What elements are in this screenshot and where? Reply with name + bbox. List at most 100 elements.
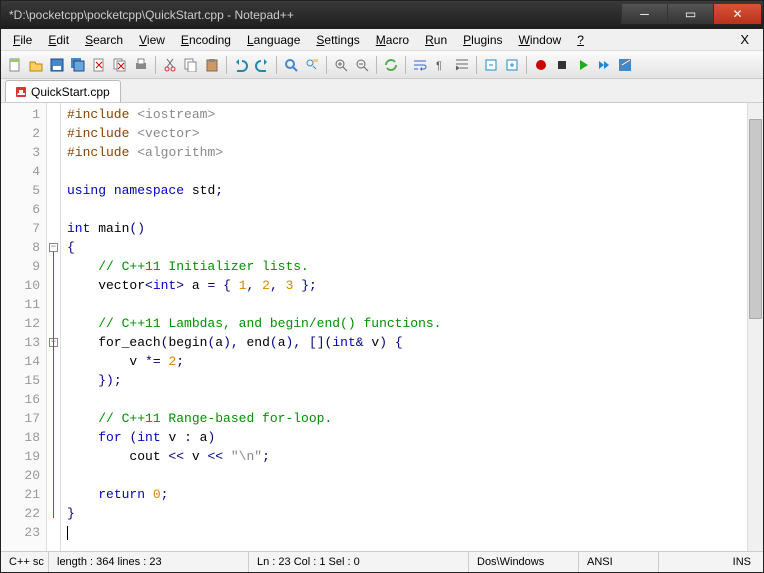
code-line[interactable]: #include <algorithm> (67, 143, 757, 162)
code-line[interactable]: #include <vector> (67, 124, 757, 143)
fold-toggle[interactable]: − (49, 243, 58, 252)
line-number[interactable]: 14 (1, 352, 40, 371)
line-number[interactable]: 17 (1, 409, 40, 428)
code-line[interactable]: // C++11 Initializer lists. (67, 257, 757, 276)
menu-file[interactable]: File (5, 31, 40, 49)
unfoldall-button[interactable] (502, 55, 522, 75)
code-line[interactable]: v *= 2; (67, 352, 757, 371)
line-number[interactable]: 10 (1, 276, 40, 295)
line-number[interactable]: 5 (1, 181, 40, 200)
open-button[interactable] (26, 55, 46, 75)
status-length-lines: length : 364 lines : 23 (49, 552, 249, 572)
line-number[interactable]: 18 (1, 428, 40, 447)
menu-help[interactable]: ? (569, 31, 592, 49)
close-button[interactable]: ✕ (713, 4, 761, 24)
cut-button[interactable] (160, 55, 180, 75)
code-line[interactable]: #include <iostream> (67, 105, 757, 124)
code-line[interactable]: int main() (67, 219, 757, 238)
code-line[interactable] (67, 390, 757, 409)
record-button[interactable] (531, 55, 551, 75)
line-number[interactable]: 13 (1, 333, 40, 352)
code-line[interactable]: // C++11 Lambdas, and begin/end() functi… (67, 314, 757, 333)
minimize-button[interactable]: ─ (621, 4, 667, 24)
line-number-gutter[interactable]: 1234567891011121314151617181920212223 (1, 103, 47, 551)
line-number[interactable]: 9 (1, 257, 40, 276)
menu-view[interactable]: View (131, 31, 173, 49)
code-line[interactable]: }); (67, 371, 757, 390)
savemacro-button[interactable] (615, 55, 635, 75)
line-number[interactable]: 16 (1, 390, 40, 409)
line-number[interactable]: 6 (1, 200, 40, 219)
code-line[interactable] (67, 200, 757, 219)
menu-window[interactable]: Window (511, 31, 570, 49)
new-button[interactable] (5, 55, 25, 75)
menu-plugins[interactable]: Plugins (455, 31, 510, 49)
plugin-x-button[interactable]: X (730, 32, 759, 47)
code-line[interactable]: { (67, 238, 757, 257)
code-line[interactable] (67, 466, 757, 485)
vertical-scrollbar[interactable] (747, 103, 763, 551)
indent-button[interactable] (452, 55, 472, 75)
menu-settings[interactable]: Settings (308, 31, 367, 49)
code-line[interactable]: } (67, 504, 757, 523)
editor[interactable]: 1234567891011121314151617181920212223 −−… (1, 103, 763, 551)
replace-button[interactable] (302, 55, 322, 75)
menu-language[interactable]: Language (239, 31, 308, 49)
close-button[interactable] (89, 55, 109, 75)
line-number[interactable]: 15 (1, 371, 40, 390)
line-number[interactable]: 2 (1, 124, 40, 143)
code-line[interactable]: // C++11 Range-based for-loop. (67, 409, 757, 428)
code-line[interactable] (67, 295, 757, 314)
line-number[interactable]: 1 (1, 105, 40, 124)
paste-button[interactable] (202, 55, 222, 75)
menu-search[interactable]: Search (77, 31, 131, 49)
code-line[interactable]: vector<int> a = { 1, 2, 3 }; (67, 276, 757, 295)
print-button[interactable] (131, 55, 151, 75)
line-number[interactable]: 4 (1, 162, 40, 181)
maximize-button[interactable]: ▭ (667, 4, 713, 24)
code-line[interactable]: using namespace std; (67, 181, 757, 200)
line-number[interactable]: 23 (1, 523, 40, 542)
zoomout-button[interactable] (352, 55, 372, 75)
undo-button[interactable] (231, 55, 251, 75)
line-number[interactable]: 8 (1, 238, 40, 257)
zoomin-button[interactable] (331, 55, 351, 75)
app-window: *D:\pocketcpp\pocketcpp\QuickStart.cpp -… (0, 0, 764, 573)
fold-gutter[interactable]: −− (47, 103, 61, 551)
closeall-button[interactable] (110, 55, 130, 75)
copy-button[interactable] (181, 55, 201, 75)
line-number[interactable]: 21 (1, 485, 40, 504)
allchars-button[interactable]: ¶ (431, 55, 451, 75)
code-line[interactable]: return 0; (67, 485, 757, 504)
sync-button[interactable] (381, 55, 401, 75)
line-number[interactable]: 7 (1, 219, 40, 238)
line-number[interactable]: 3 (1, 143, 40, 162)
code-line[interactable] (67, 523, 757, 542)
foldall-button[interactable] (481, 55, 501, 75)
redo-button[interactable] (252, 55, 272, 75)
menu-encoding[interactable]: Encoding (173, 31, 239, 49)
play-button[interactable] (573, 55, 593, 75)
scrollbar-thumb[interactable] (749, 119, 762, 319)
code-area[interactable]: #include <iostream>#include <vector>#inc… (61, 103, 763, 551)
code-line[interactable]: cout << v << "\n"; (67, 447, 757, 466)
menu-run[interactable]: Run (417, 31, 455, 49)
line-number[interactable]: 19 (1, 447, 40, 466)
code-line[interactable] (67, 162, 757, 181)
menu-edit[interactable]: Edit (40, 31, 77, 49)
fastplay-button[interactable] (594, 55, 614, 75)
line-number[interactable]: 12 (1, 314, 40, 333)
code-line[interactable]: for (int v : a) (67, 428, 757, 447)
code-line[interactable]: for_each(begin(a), end(a), [](int& v) { (67, 333, 757, 352)
line-number[interactable]: 20 (1, 466, 40, 485)
save-button[interactable] (47, 55, 67, 75)
stop-button[interactable] (552, 55, 572, 75)
titlebar[interactable]: *D:\pocketcpp\pocketcpp\QuickStart.cpp -… (1, 1, 763, 29)
menu-macro[interactable]: Macro (368, 31, 417, 49)
tab-quickstart[interactable]: QuickStart.cpp (5, 80, 121, 102)
line-number[interactable]: 11 (1, 295, 40, 314)
wordwrap-button[interactable] (410, 55, 430, 75)
find-button[interactable] (281, 55, 301, 75)
saveall-button[interactable] (68, 55, 88, 75)
line-number[interactable]: 22 (1, 504, 40, 523)
